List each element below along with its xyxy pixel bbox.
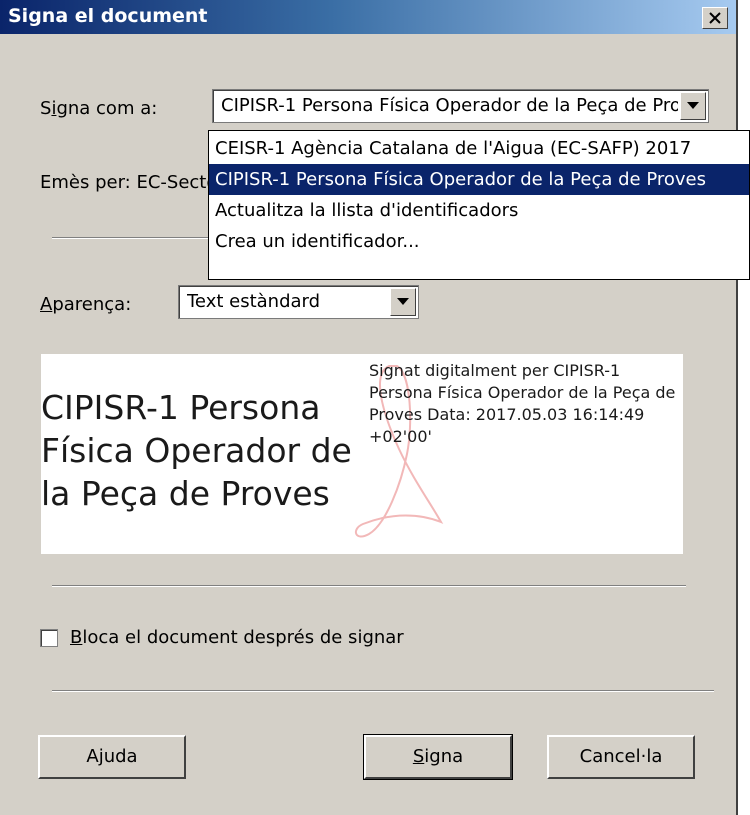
chevron-down-icon xyxy=(687,102,699,109)
sign-document-dialog: Signa el document Signa com a: CIPISR-1 … xyxy=(0,0,738,815)
preview-signer-name: CIPISR-1 Persona Física Operador de la P… xyxy=(41,388,352,513)
signature-preview: CIPISR-1 Persona Física Operador de la P… xyxy=(41,354,683,554)
sign-as-label: Signa com a: xyxy=(40,98,158,119)
sign-as-dropdown-list[interactable]: CEISR-1 Agència Catalana de l'Aigua (EC-… xyxy=(208,130,750,280)
sign-as-select[interactable]: CIPISR-1 Persona Física Operador de la P… xyxy=(212,89,709,123)
dropdown-option[interactable]: Crea un identificador... xyxy=(209,226,749,257)
separator-bottom xyxy=(52,690,714,692)
dropdown-option[interactable]: Actualitza la llista d'identificadors xyxy=(209,195,749,226)
separator-top xyxy=(52,237,212,239)
dropdown-option-selected[interactable]: CIPISR-1 Persona Física Operador de la P… xyxy=(209,164,749,195)
cancel-button[interactable]: Cancel·la xyxy=(547,735,695,779)
title-bar[interactable]: Signa el document xyxy=(0,0,736,34)
sign-as-dropdown-button[interactable] xyxy=(680,92,706,120)
help-button[interactable]: Ajuda xyxy=(38,735,186,779)
lock-document-label[interactable]: Bloca el document després de signar xyxy=(70,627,404,648)
dropdown-option[interactable]: CEISR-1 Agència Catalana de l'Aigua (EC-… xyxy=(209,133,749,164)
lock-document-checkbox[interactable] xyxy=(40,629,58,647)
separator-middle xyxy=(52,585,686,587)
sign-as-value: CIPISR-1 Persona Física Operador de la P… xyxy=(221,95,678,116)
chevron-down-icon xyxy=(397,298,409,305)
appearance-select[interactable]: Text estàndard xyxy=(178,285,419,319)
window-title: Signa el document xyxy=(8,5,208,27)
close-icon xyxy=(709,12,721,24)
close-button[interactable] xyxy=(702,7,728,29)
appearance-label: Aparença: xyxy=(40,294,132,315)
appearance-value: Text estàndard xyxy=(187,291,321,312)
sign-button[interactable]: Signa xyxy=(363,734,513,780)
appearance-dropdown-button[interactable] xyxy=(390,288,416,316)
preview-signature-details: Signat digitalment per CIPISR-1 Persona … xyxy=(369,361,676,446)
